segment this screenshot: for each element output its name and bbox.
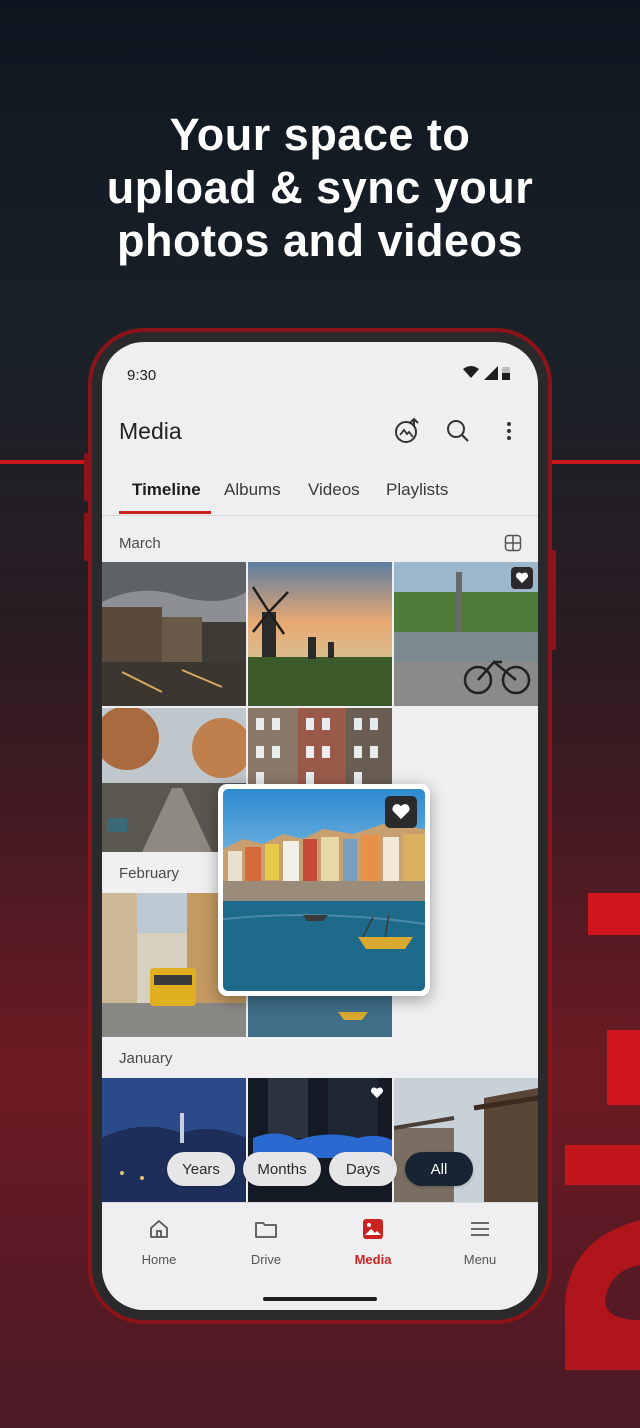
section-label-march: March: [119, 535, 161, 552]
status-icons: [462, 364, 514, 387]
nav-menu[interactable]: Menu: [440, 1217, 520, 1267]
decor-line-right: [550, 460, 640, 464]
nav-drive[interactable]: Drive: [226, 1217, 306, 1267]
gesture-home-indicator[interactable]: [263, 1297, 377, 1301]
tab-albums[interactable]: Albums: [224, 480, 281, 500]
page-title: Media: [119, 418, 182, 444]
search-icon[interactable]: [443, 416, 473, 446]
status-bar: 9:30: [102, 342, 538, 408]
section-label-january: January: [119, 1050, 173, 1067]
tab-videos[interactable]: Videos: [308, 480, 360, 500]
headline-line-2: upload & sync your: [106, 162, 534, 213]
tab-playlists[interactable]: Playlists: [386, 480, 448, 500]
nav-home[interactable]: Home: [119, 1217, 199, 1267]
home-icon: [150, 1220, 168, 1238]
selected-photo-card[interactable]: [218, 784, 430, 996]
image-icon: [363, 1219, 383, 1239]
promo-headline: Your space to upload & sync your photos …: [0, 108, 640, 267]
media-tabs: Timeline Albums Videos Playlists: [102, 470, 538, 516]
zoom-pill-all[interactable]: All: [405, 1152, 473, 1186]
photo-porto-riverside: [223, 789, 425, 991]
status-time: 9:30: [127, 367, 157, 384]
active-tab-indicator: [119, 511, 211, 514]
headline-line-1: Your space to: [169, 109, 471, 160]
nav-media-label: Media: [354, 1252, 392, 1267]
photo-sync-icon[interactable]: [392, 416, 422, 446]
photo-canal-city[interactable]: [102, 562, 246, 706]
decor-number-graphic: [565, 893, 640, 1370]
battery-icon: [502, 367, 510, 380]
heart-icon: [392, 804, 410, 820]
phone-side-button: [84, 513, 90, 561]
favorite-badge: [511, 567, 533, 589]
nav-drive-label: Drive: [250, 1252, 282, 1267]
menu-icon: [471, 1222, 489, 1236]
zoom-pill-years[interactable]: Years: [167, 1152, 235, 1186]
decor-line-left: [0, 460, 90, 464]
tab-timeline[interactable]: Timeline: [132, 480, 201, 500]
phone-screen: 9:30 Media Timeline Albums Videos Playli…: [102, 342, 538, 1310]
signal-icon: [484, 366, 498, 380]
app-bar: Media: [102, 408, 538, 456]
zoom-pill-days[interactable]: Days: [329, 1152, 397, 1186]
headline-line-3: photos and videos: [116, 215, 524, 266]
phone-side-button: [84, 453, 90, 501]
photo-canal-bicycle[interactable]: [394, 562, 538, 706]
photo-windmills[interactable]: [248, 562, 392, 706]
folder-icon: [255, 1222, 277, 1238]
bottom-navigation: Home Drive Media Menu: [102, 1202, 538, 1310]
zoom-pill-months[interactable]: Months: [243, 1152, 321, 1186]
timeline-zoom-selector: Years Months Days All: [102, 1152, 538, 1188]
favorite-badge: [385, 796, 417, 828]
heart-icon: [370, 1086, 384, 1104]
heart-icon: [515, 572, 529, 583]
grid-view-icon[interactable]: [504, 534, 522, 552]
photo-building-facade[interactable]: [248, 708, 392, 788]
more-vert-icon[interactable]: [494, 416, 524, 446]
section-label-february: February: [119, 865, 180, 882]
phone-side-button: [550, 550, 556, 650]
nav-home-label: Home: [141, 1252, 177, 1267]
nav-media[interactable]: Media: [333, 1217, 413, 1267]
wifi-icon: [463, 366, 479, 378]
nav-menu-label: Menu: [463, 1252, 497, 1267]
